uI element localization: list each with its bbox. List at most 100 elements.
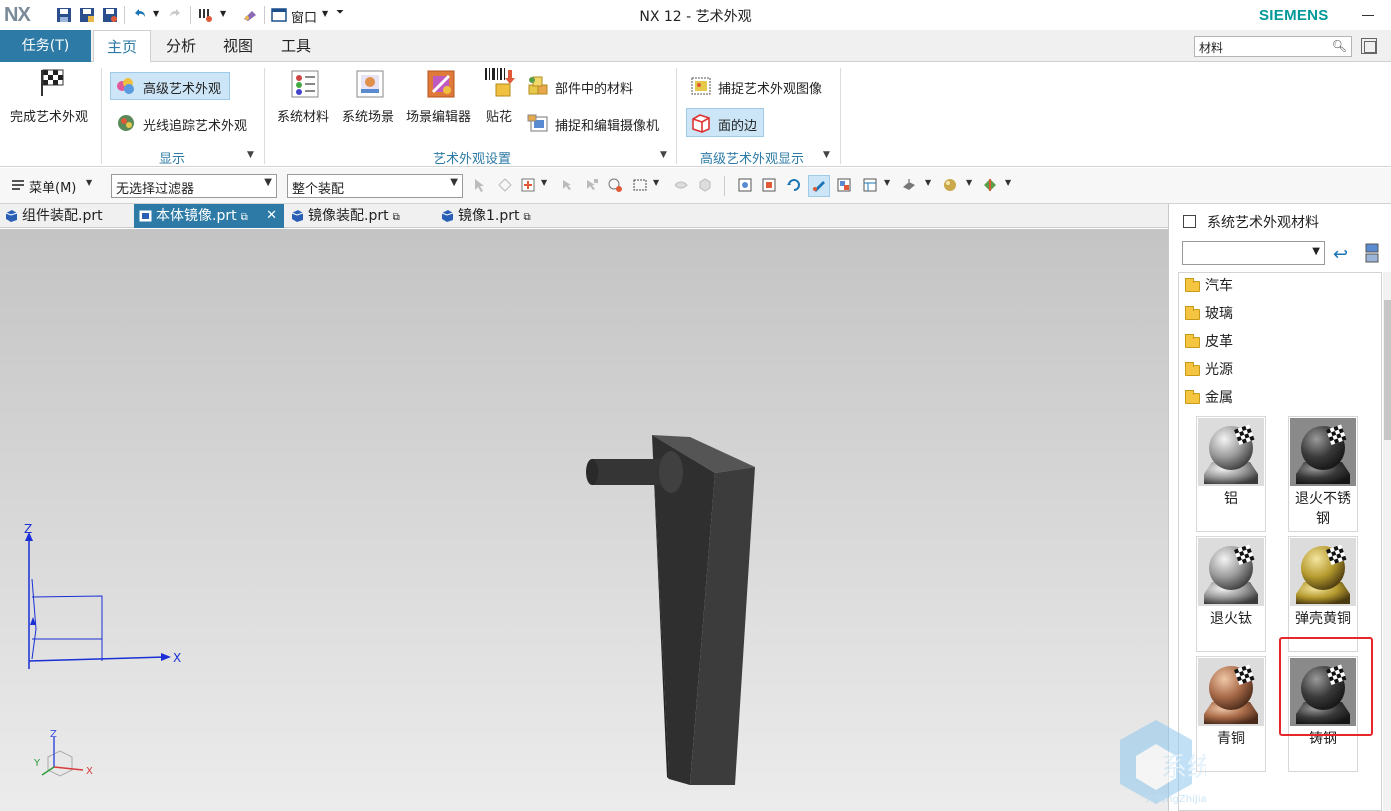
file-tab-active[interactable]: 本体镜像.prt ⧉ ✕ [134, 204, 284, 228]
ribbon-tab-bar: 任务(T) 主页 分析 视图 工具 材料 🔍︎ [0, 30, 1391, 63]
material-tile[interactable]: 弹壳黄铜 [1288, 536, 1358, 652]
folder-light-source[interactable]: 光源 [1185, 359, 1233, 381]
menu-dropdown-icon[interactable]: ▼ [86, 178, 92, 187]
command-search-input[interactable]: 材料 🔍︎ [1194, 36, 1352, 57]
advanced-display-group-dropdown-icon[interactable]: ▼ [823, 150, 830, 160]
menu-button[interactable]: 菜单(M) [29, 177, 76, 196]
material-tile[interactable]: 铝 [1196, 416, 1266, 532]
capture-image-icon[interactable] [690, 75, 712, 97]
type-filter-value[interactable]: 无选择过滤器 [116, 182, 194, 197]
section-view-dropdown-icon[interactable]: ▼ [1005, 178, 1011, 187]
face-edges-icon[interactable] [690, 112, 712, 134]
render-style-icon[interactable] [836, 177, 852, 193]
select-feature-icon[interactable] [607, 177, 623, 193]
model-view-svg[interactable]: Z X Z Y X [0, 229, 1168, 811]
orient-view-dropdown-icon[interactable]: ▼ [884, 178, 890, 187]
type-filter-select[interactable]: 无选择过滤器 ▼ [111, 174, 277, 198]
folder-automotive[interactable]: 汽车 [1185, 275, 1233, 297]
file-tab[interactable]: 组件装配.prt [0, 204, 134, 228]
ray-trace-icon[interactable] [115, 112, 137, 134]
advanced-studio-icon[interactable] [115, 75, 137, 97]
scene-editor-icon[interactable] [425, 68, 457, 100]
ray-trace-button[interactable]: 光线追踪艺术外观 [143, 115, 247, 134]
chevron-down-icon[interactable]: ▼ [450, 177, 458, 188]
l-bracket-model[interactable] [586, 435, 755, 785]
material-tile[interactable]: 青铜 [1196, 656, 1266, 772]
material-tile[interactable]: 退火不锈钢 [1288, 416, 1358, 532]
folder-icon [1185, 334, 1200, 348]
fit-view-icon[interactable] [737, 177, 753, 193]
zoom-icon[interactable] [761, 177, 777, 193]
tab-home[interactable]: 主页 [93, 30, 151, 63]
tab-tools[interactable]: 工具 [271, 30, 321, 62]
tab-task[interactable]: 任务(T) [0, 30, 91, 62]
add-feature-icon[interactable] [520, 177, 536, 193]
settings-group-dropdown-icon[interactable]: ▼ [660, 150, 667, 160]
search-text[interactable]: 材料 [1199, 41, 1223, 55]
ribbon-options-icon[interactable] [1361, 38, 1377, 54]
pan-pencil-icon[interactable] [811, 177, 827, 193]
shaded-style-dropdown-icon[interactable]: ▼ [925, 178, 931, 187]
folder-leather[interactable]: 皮革 [1185, 331, 1233, 353]
scrollbar-thumb[interactable] [1384, 300, 1391, 440]
display-group-dropdown-icon[interactable]: ▼ [247, 150, 254, 160]
general-selection-icon[interactable] [472, 177, 488, 193]
chevron-down-icon[interactable]: ▼ [264, 177, 272, 188]
file-tab[interactable]: 镜像1.prt ⧉ [436, 204, 556, 228]
selection-scope-select[interactable]: 整个装配 ▼ [287, 174, 463, 198]
quick-pick-icon[interactable] [560, 177, 576, 193]
selection-scope-value[interactable]: 整个装配 [292, 182, 344, 197]
orient-view-icon[interactable] [862, 177, 878, 193]
folder-glass[interactable]: 玻璃 [1185, 303, 1233, 325]
material-name: 退火钛 [1210, 611, 1252, 627]
decal-button[interactable]: 贴花 [486, 106, 512, 125]
search-icon[interactable]: 🔍︎ [1332, 39, 1347, 53]
file-tab-bar: 组件装配.prt 本体镜像.prt ⧉ ✕ 镜像装配.prt ⧉ 镜像1.prt ⧉ [0, 204, 1168, 228]
select-body-icon[interactable] [584, 177, 600, 193]
system-materials-button[interactable]: 系统材料 [277, 106, 329, 125]
panel-checkbox[interactable] [1183, 215, 1196, 228]
view-mode-icon[interactable] [1365, 242, 1381, 264]
finish-studio-button[interactable]: 完成艺术外观 [10, 106, 88, 125]
scene-editor-button[interactable]: 场景编辑器 [406, 106, 471, 125]
folder-metal[interactable]: 金属 [1185, 387, 1233, 409]
capture-camera-icon[interactable] [527, 112, 549, 134]
tab-analysis[interactable]: 分析 [156, 30, 206, 62]
rectangle-select-icon[interactable] [632, 177, 648, 193]
advanced-studio-button[interactable]: 高级艺术外观 [143, 78, 221, 97]
face-edges-button[interactable]: 面的边 [718, 115, 757, 134]
minimize-button[interactable] [1359, 7, 1379, 23]
system-scenes-button[interactable]: 系统场景 [342, 106, 394, 125]
library-select[interactable]: ▼ [1182, 241, 1325, 265]
rotate-icon[interactable] [786, 177, 802, 193]
section-view-icon[interactable] [982, 177, 998, 193]
add-feature-dropdown-icon[interactable]: ▼ [541, 178, 547, 187]
checkered-flag-icon[interactable] [36, 66, 68, 98]
modified-icon: ⧉ [240, 212, 248, 223]
rectangle-select-dropdown-icon[interactable]: ▼ [653, 178, 659, 187]
system-scenes-icon[interactable] [354, 68, 386, 100]
decal-icon[interactable] [484, 66, 516, 98]
material-sphere-icon[interactable] [942, 177, 958, 193]
back-arrow-icon[interactable]: ↩ [1333, 244, 1348, 265]
snap-point-icon[interactable] [497, 177, 513, 193]
graphics-viewport[interactable]: Z X Z Y X [0, 229, 1168, 811]
tab-view[interactable]: 视图 [213, 30, 263, 62]
file-tab[interactable]: 镜像装配.prt ⧉ [286, 204, 436, 228]
material-sphere-dropdown-icon[interactable]: ▼ [966, 178, 972, 187]
system-materials-icon[interactable] [289, 68, 321, 100]
open-folder-icon [1185, 390, 1200, 404]
material-tile[interactable]: 退火钛 [1196, 536, 1266, 652]
shaded-style-icon[interactable] [901, 177, 917, 193]
group-separator [676, 68, 677, 164]
box-icon[interactable] [697, 177, 713, 193]
part-materials-button[interactable]: 部件中的材料 [555, 78, 633, 97]
chevron-down-icon[interactable]: ▼ [1312, 246, 1320, 257]
panel-scrollbar[interactable] [1383, 272, 1391, 811]
part-materials-icon[interactable] [527, 75, 549, 97]
hide-icon[interactable] [673, 177, 689, 193]
capture-camera-button[interactable]: 捕捉和编辑摄像机 [555, 115, 659, 134]
menu-icon[interactable] [10, 177, 26, 193]
capture-image-button[interactable]: 捕捉艺术外观图像 [718, 78, 822, 97]
close-tab-icon[interactable]: ✕ [266, 204, 277, 228]
